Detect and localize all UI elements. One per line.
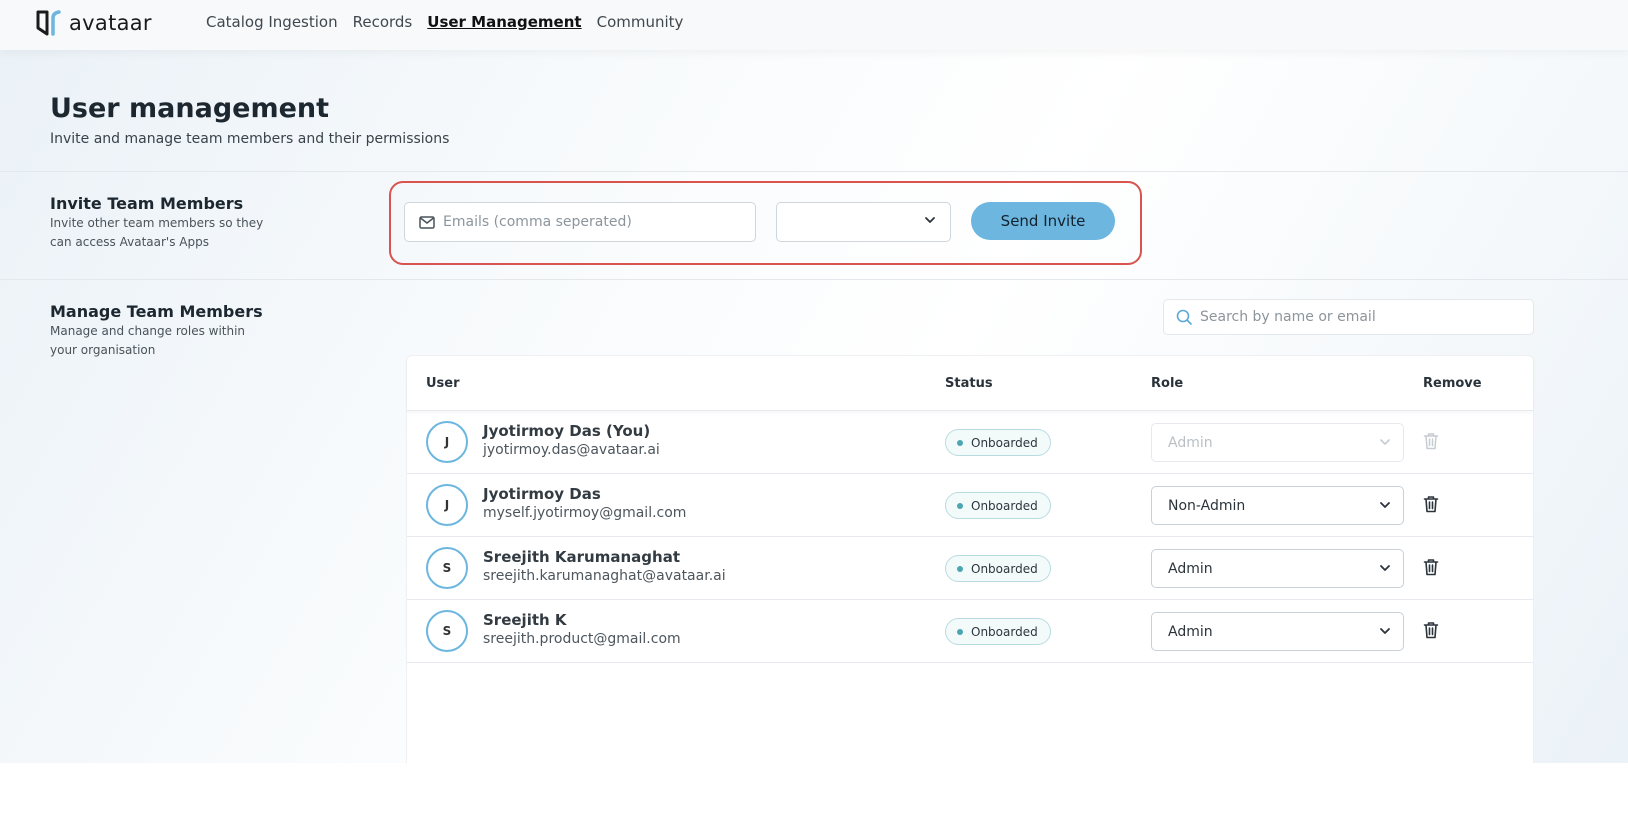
column-header-status: Status	[945, 376, 993, 391]
column-header-user: User	[426, 376, 460, 391]
chevron-down-icon	[1380, 502, 1390, 508]
chevron-down-icon	[1380, 628, 1390, 634]
nav-link-user-management[interactable]: User Management	[427, 13, 581, 31]
manage-section-description: Manage and change roles within your orga…	[50, 324, 246, 357]
user-email: sreejith.karumanaghat@avataar.ai	[483, 568, 726, 584]
user-email: sreejith.product@gmail.com	[483, 631, 681, 647]
table-row: S Sreejith Karumanaghat sreejith.karuman…	[407, 537, 1533, 600]
status-dot	[957, 502, 963, 509]
role-value: Admin	[1168, 434, 1213, 451]
user-name: Sreejith Karumanaghat	[483, 548, 680, 566]
role-value: Admin	[1168, 560, 1213, 577]
nav-link-catalog-ingestion[interactable]: Catalog Ingestion	[206, 13, 338, 31]
nav-link-community[interactable]: Community	[597, 13, 684, 31]
top-nav: avataar Catalog Ingestion Records User M…	[0, 0, 1628, 50]
table-row: S Sreejith K sreejith.product@gmail.com …	[407, 600, 1533, 663]
avatar: S	[426, 547, 468, 589]
column-header-role: Role	[1151, 376, 1184, 391]
status-label: Onboarded	[971, 561, 1038, 576]
chevron-down-icon	[1380, 439, 1390, 445]
status-badge: Onboarded	[945, 492, 1051, 519]
role-select[interactable]: Admin	[1151, 549, 1404, 588]
manage-section-title: Manage Team Members	[50, 302, 263, 321]
page-title: User management	[50, 93, 330, 124]
status-dot	[957, 565, 963, 572]
avataar-logo-icon	[36, 10, 61, 36]
divider	[0, 279, 1628, 280]
trash-icon[interactable]	[1423, 558, 1439, 576]
chevron-down-icon	[1380, 565, 1390, 571]
trash-icon[interactable]	[1423, 495, 1439, 513]
page: avataar Catalog Ingestion Records User M…	[0, 0, 1628, 816]
page-footer-area	[0, 763, 1628, 816]
chevron-down-icon	[925, 217, 935, 223]
email-input[interactable]	[443, 214, 743, 230]
status-dot	[957, 628, 963, 635]
status-label: Onboarded	[971, 624, 1038, 639]
page-subtitle: Invite and manage team members and their…	[50, 131, 450, 147]
nav-links: Catalog Ingestion Records User Managemen…	[206, 13, 683, 31]
avatar: J	[426, 484, 468, 526]
table-row: J Jyotirmoy Das (You) jyotirmoy.das@avat…	[407, 411, 1533, 474]
logo[interactable]: avataar	[35, 8, 152, 38]
table-header: User Status Role Remove	[407, 356, 1533, 411]
user-email: myself.jyotirmoy@gmail.com	[483, 505, 687, 521]
user-name: Sreejith K	[483, 611, 567, 629]
avatar: S	[426, 610, 468, 652]
avatar: J	[426, 421, 468, 463]
members-table: User Status Role Remove J Jyotirmoy Das …	[406, 355, 1534, 763]
invite-section-title: Invite Team Members	[50, 194, 244, 213]
status-label: Onboarded	[971, 498, 1038, 513]
role-select[interactable]: Non-Admin	[1151, 486, 1404, 525]
status-badge: Onboarded	[945, 618, 1051, 645]
role-value: Non-Admin	[1168, 497, 1246, 514]
search-field[interactable]	[1163, 299, 1534, 335]
send-invite-button[interactable]: Send Invite	[971, 202, 1115, 240]
trash-icon	[1423, 433, 1439, 450]
status-badge: Onboarded	[945, 429, 1051, 456]
role-select[interactable]: Admin	[1151, 612, 1404, 651]
status-badge: Onboarded	[945, 555, 1051, 582]
status-label: Onboarded	[971, 435, 1038, 450]
divider	[0, 171, 1628, 172]
user-email: jyotirmoy.das@avataar.ai	[483, 442, 660, 458]
status-dot	[957, 439, 963, 446]
role-value: Admin	[1168, 623, 1213, 640]
search-input[interactable]	[1200, 309, 1520, 325]
column-header-remove: Remove	[1423, 376, 1482, 391]
invite-role-select[interactable]	[776, 202, 951, 242]
nav-link-records[interactable]: Records	[353, 13, 413, 31]
search-icon	[1176, 309, 1192, 325]
email-field[interactable]	[404, 202, 756, 242]
mail-icon	[419, 215, 435, 229]
invite-section-description: Invite other team members so they can ac…	[50, 216, 264, 249]
user-name: Jyotirmoy Das	[483, 485, 601, 503]
logo-text: avataar	[69, 11, 152, 35]
table-row: J Jyotirmoy Das myself.jyotirmoy@gmail.c…	[407, 474, 1533, 537]
role-select: Admin	[1151, 423, 1404, 462]
trash-icon[interactable]	[1423, 621, 1439, 639]
user-name: Jyotirmoy Das (You)	[483, 422, 651, 440]
